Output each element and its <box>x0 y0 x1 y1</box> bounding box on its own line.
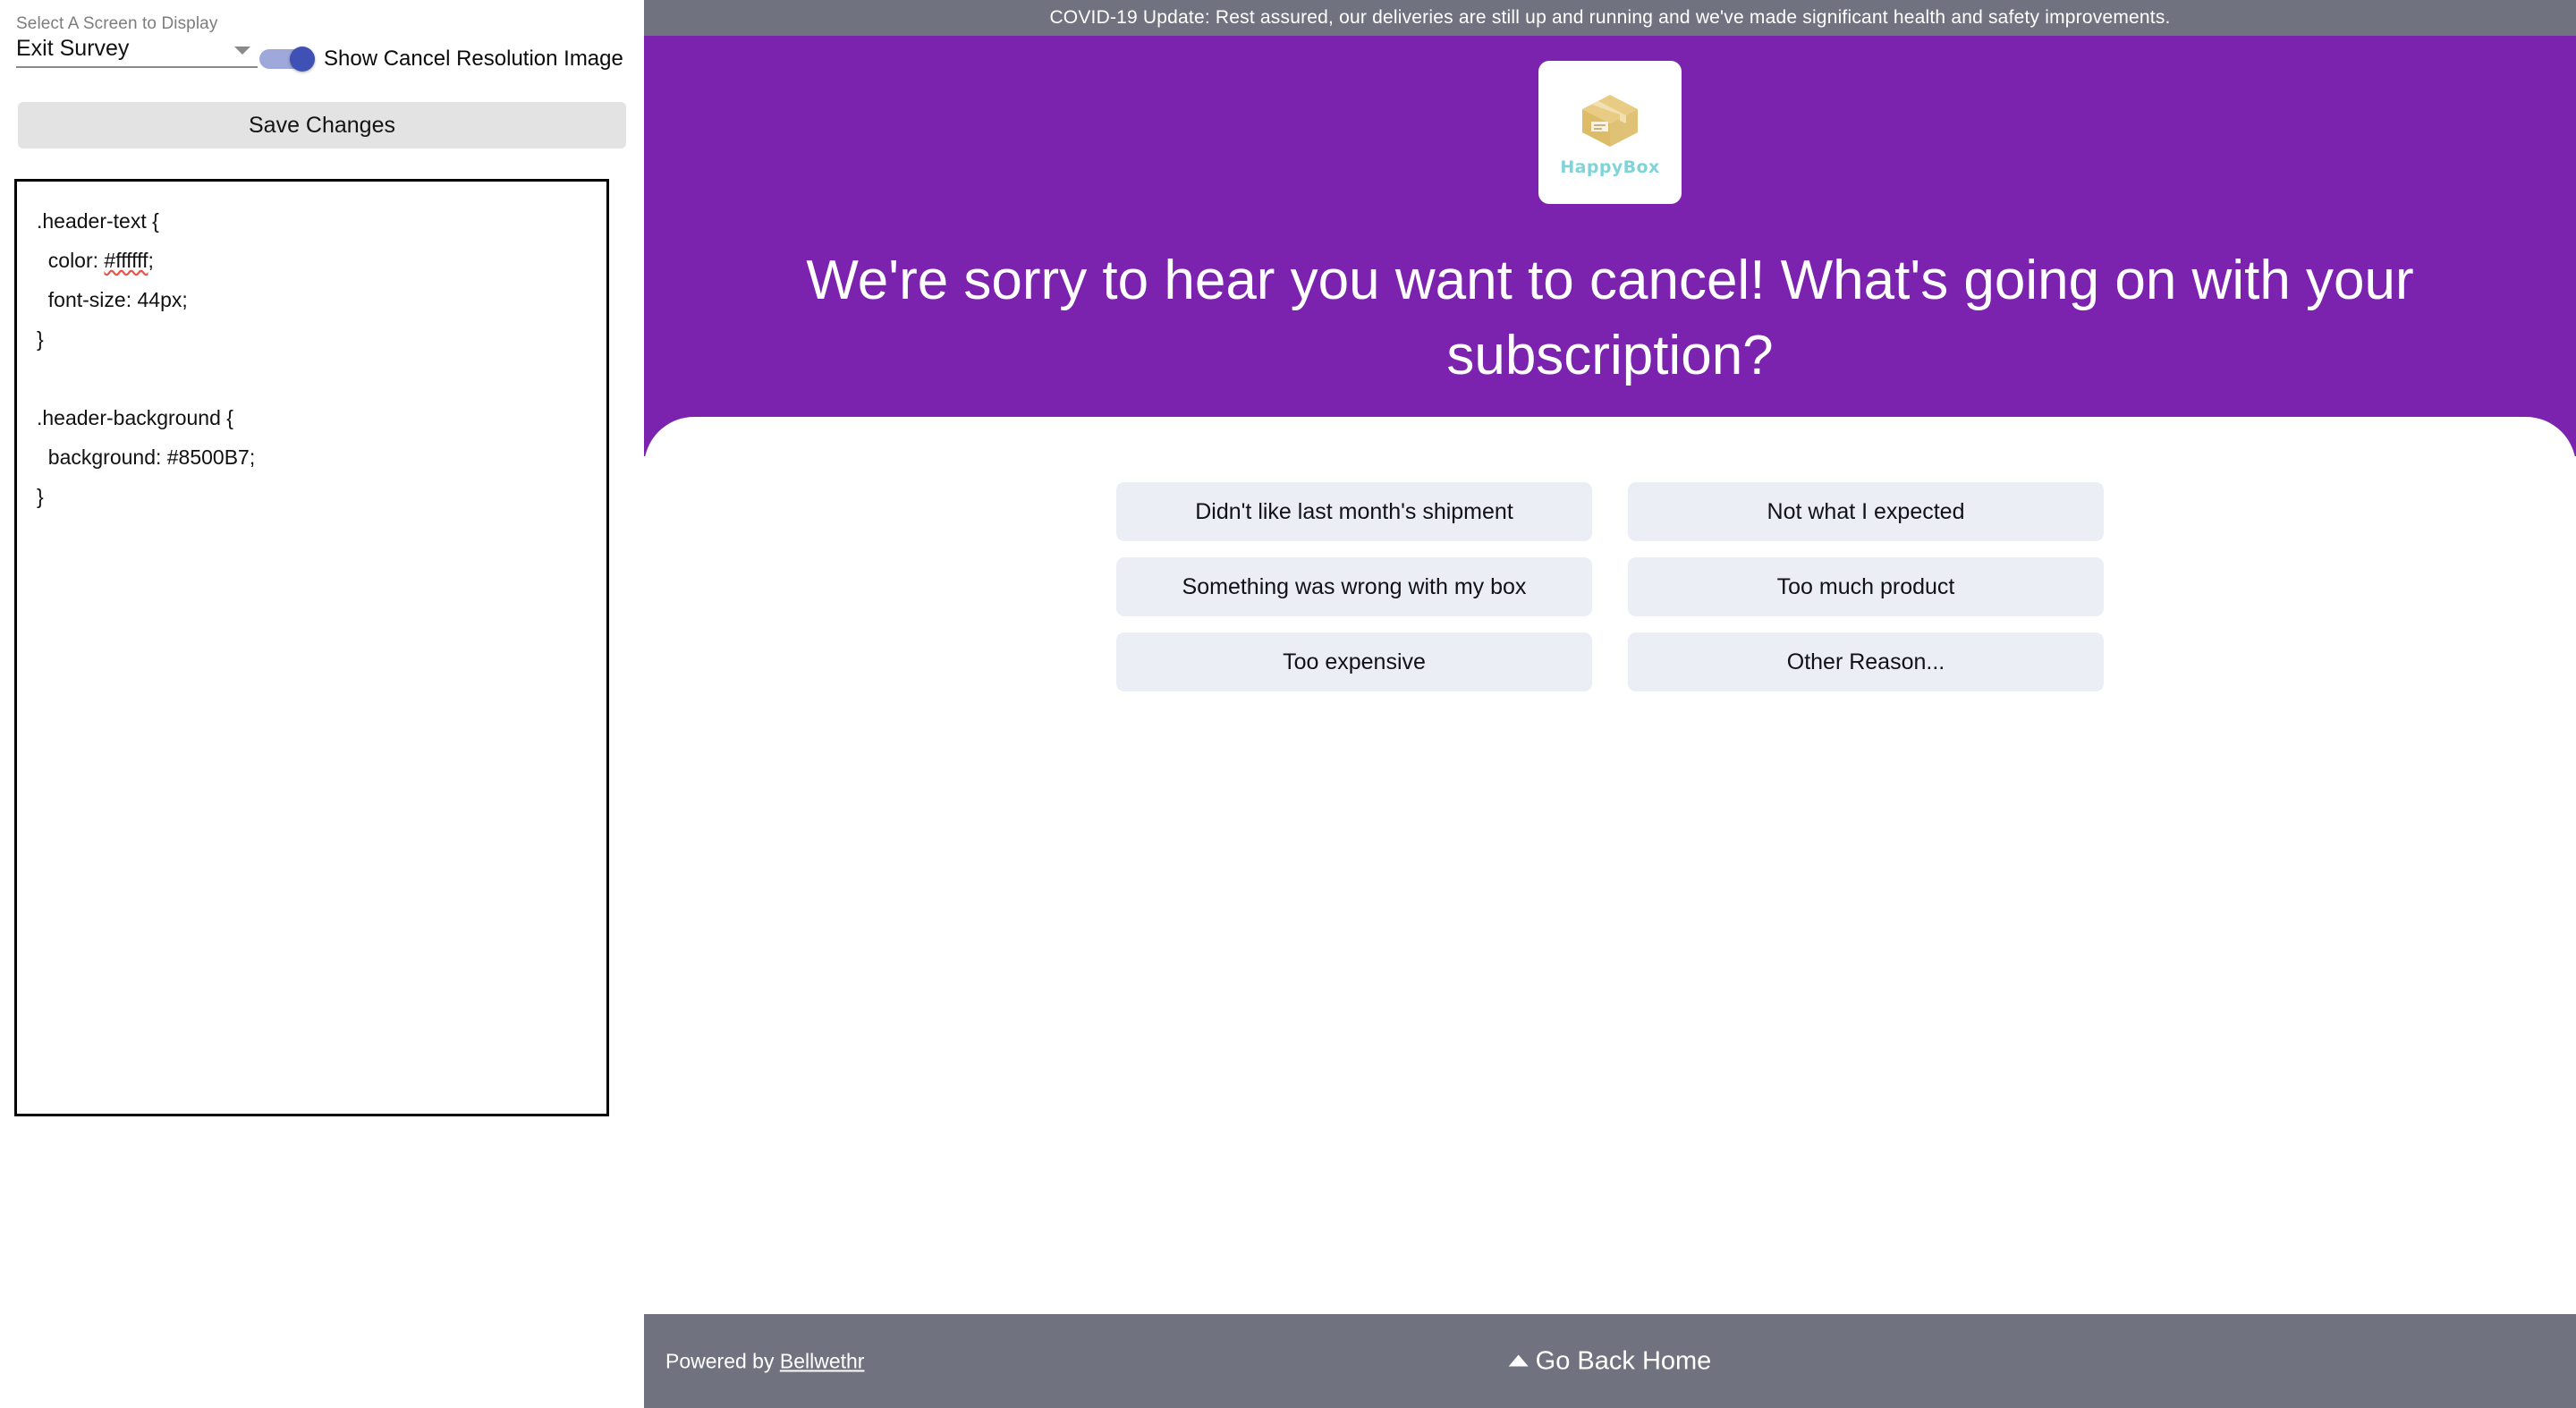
survey-option-button[interactable]: Other Reason... <box>1628 632 2104 691</box>
chevron-up-icon <box>1508 1354 1529 1366</box>
css-line-2-value: #ffffff <box>104 249 148 272</box>
css-line-4: } <box>37 327 44 351</box>
toggle-thumb <box>290 47 315 72</box>
survey-options-grid: Didn't like last month's shipment Not wh… <box>1116 482 2104 691</box>
css-code-editor[interactable]: .header-text { color: #ffffff; font-size… <box>14 179 609 1116</box>
brand-logo-card: HappyBox <box>1538 61 1682 204</box>
screen-select-dropdown[interactable]: Exit Survey <box>16 34 258 68</box>
powered-by-text: Powered by Bellwethr <box>665 1349 864 1373</box>
survey-option-button[interactable]: Too expensive <box>1116 632 1592 691</box>
brand-wordmark: HappyBox <box>1560 157 1660 177</box>
css-code-content: .header-text { color: #ffffff; font-size… <box>37 201 606 516</box>
cardboard-box-icon <box>1577 88 1643 154</box>
survey-option-button[interactable]: Too much product <box>1628 557 2104 616</box>
show-cancel-resolution-image-toggle[interactable] <box>259 47 315 72</box>
survey-preview: COVID-19 Update: Rest assured, our deliv… <box>644 0 2576 1408</box>
css-line-1: .header-text { <box>37 209 159 233</box>
css-line-2-prefix: color: <box>37 249 105 272</box>
css-line-6: .header-background { <box>37 406 233 429</box>
admin-panel: Select A Screen to Display Exit Survey S… <box>0 0 644 1408</box>
screen-select-label: Select A Screen to Display <box>16 14 218 33</box>
app-root: Select A Screen to Display Exit Survey S… <box>0 0 2576 1408</box>
survey-content-sheet: Didn't like last month's shipment Not wh… <box>644 417 2576 1311</box>
survey-option-button[interactable]: Something was wrong with my box <box>1116 557 1592 616</box>
purple-header-background: HappyBox We're sorry to hear you want to… <box>644 36 2576 456</box>
toggle-label: Show Cancel Resolution Image <box>324 47 623 71</box>
chevron-down-icon <box>234 47 250 55</box>
css-line-3: font-size: 44px; <box>37 288 188 311</box>
preview-footer: Powered by Bellwethr Go Back Home <box>644 1314 2576 1408</box>
bellwethr-link[interactable]: Bellwethr <box>780 1349 865 1372</box>
survey-option-button[interactable]: Didn't like last month's shipment <box>1116 482 1592 541</box>
css-line-7: background: #8500B7; <box>37 445 256 469</box>
powered-by-prefix: Powered by <box>665 1349 780 1372</box>
survey-header-text: We're sorry to hear you want to cancel! … <box>806 250 2414 387</box>
go-back-home-button[interactable]: Go Back Home <box>1508 1346 1712 1376</box>
save-changes-button[interactable]: Save Changes <box>18 102 626 148</box>
css-line-2-suffix: ; <box>148 249 154 272</box>
screen-select-value: Exit Survey <box>16 36 130 61</box>
go-back-home-label: Go Back Home <box>1535 1346 1712 1375</box>
css-line-8: } <box>37 485 44 508</box>
cancel-resolution-toggle-row: Show Cancel Resolution Image <box>259 47 623 72</box>
covid-update-banner: COVID-19 Update: Rest assured, our deliv… <box>644 0 2576 36</box>
survey-option-button[interactable]: Not what I expected <box>1628 482 2104 541</box>
